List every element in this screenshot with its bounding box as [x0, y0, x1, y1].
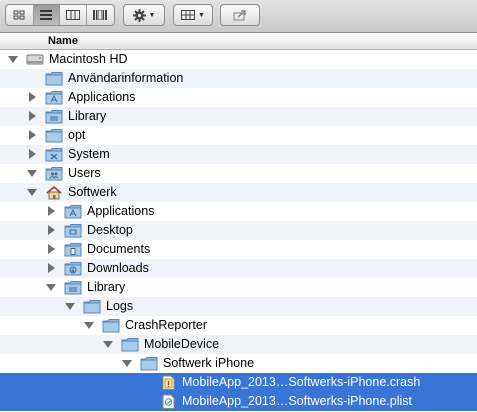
- icon-view-icon: [13, 10, 25, 19]
- file-name-label: Softwerk: [68, 185, 117, 199]
- file-list-row[interactable]: Downloads: [0, 259, 477, 278]
- disclosure-expanded-icon[interactable]: [65, 303, 75, 310]
- file-list-row[interactable]: Softwerk: [0, 183, 477, 202]
- list-view-icon: [40, 10, 53, 20]
- file-list-row[interactable]: Softwerk iPhone: [0, 354, 477, 373]
- arrange-menu-content: ▼: [174, 5, 212, 25]
- column-view-button[interactable]: [60, 5, 87, 25]
- system-folder-icon: [45, 147, 63, 162]
- file-name-label: Library: [87, 280, 126, 294]
- gear-icon: [132, 8, 146, 22]
- disclosure-collapsed-icon[interactable]: [48, 244, 55, 254]
- file-list-row[interactable]: Desktop: [0, 221, 477, 240]
- downloads-folder-icon: [64, 261, 82, 276]
- disclosure-collapsed-icon[interactable]: [48, 225, 55, 235]
- applications-folder-icon: [64, 204, 82, 219]
- desktop-folder-icon: [64, 223, 82, 238]
- chevron-down-icon: ▼: [198, 11, 205, 19]
- disclosure-expanded-icon[interactable]: [84, 322, 94, 329]
- arrange-menu-button[interactable]: ▼: [173, 4, 213, 26]
- chevron-down-icon: ▼: [148, 11, 156, 19]
- disclosure-collapsed-icon[interactable]: [29, 149, 36, 159]
- column-header[interactable]: Name: [0, 33, 477, 50]
- folder-icon: [102, 318, 120, 333]
- file-name-label: CrashReporter: [125, 318, 207, 332]
- coverflow-view-icon: [93, 10, 108, 20]
- file-name-label: Applications: [68, 90, 136, 104]
- file-list-row[interactable]: MobileDevice: [0, 335, 477, 354]
- disclosure-expanded-icon[interactable]: [27, 170, 37, 177]
- file-name-label: Logs: [106, 299, 134, 313]
- file-list-row[interactable]: CrashReporter: [0, 316, 477, 335]
- share-button-content: [221, 5, 259, 25]
- folder-icon: [45, 71, 63, 86]
- documents-folder-icon: [64, 242, 82, 257]
- file-list-row[interactable]: Användarinformation: [0, 69, 477, 88]
- disclosure-expanded-icon[interactable]: [122, 360, 132, 367]
- file-name-label: opt: [68, 128, 86, 142]
- file-name-label: Library: [68, 109, 107, 123]
- action-menu-button[interactable]: ▼: [123, 4, 165, 26]
- file-name-label: Documents: [87, 242, 151, 256]
- hard-drive-icon: [26, 52, 44, 67]
- home-icon: [45, 185, 63, 200]
- disclosure-collapsed-icon[interactable]: [29, 92, 36, 102]
- share-icon: [233, 10, 246, 21]
- disclosure-collapsed-icon[interactable]: [48, 206, 55, 216]
- disclosure-expanded-icon[interactable]: [27, 189, 37, 196]
- file-name-label: Applications: [87, 204, 155, 218]
- plist-file-icon: [159, 394, 177, 409]
- applications-folder-icon: [45, 90, 63, 105]
- file-list-row[interactable]: Library: [0, 278, 477, 297]
- file-list-row[interactable]: Library: [0, 107, 477, 126]
- file-name-label: MobileApp_2013…Softwerks-iPhone.plist: [182, 394, 412, 408]
- list-view-button[interactable]: [33, 5, 61, 25]
- action-menu-content: ▼: [124, 5, 164, 25]
- file-list-row[interactable]: Macintosh HD: [0, 50, 477, 69]
- disclosure-collapsed-icon[interactable]: [29, 130, 36, 140]
- toolbar: ▼ ▼: [0, 0, 477, 33]
- library-folder-icon: [64, 280, 82, 295]
- library-folder-icon: [45, 109, 63, 124]
- disclosure-collapsed-icon[interactable]: [48, 263, 55, 273]
- folder-icon: [45, 128, 63, 143]
- file-name-label: Macintosh HD: [49, 52, 128, 66]
- file-list-row[interactable]: Logs: [0, 297, 477, 316]
- file-list-row[interactable]: Documents: [0, 240, 477, 259]
- name-column-header[interactable]: Name: [48, 35, 78, 47]
- coverflow-view-button[interactable]: [87, 5, 114, 25]
- selected-file-row[interactable]: MobileApp_2013…Softwerks-iPhone.plist: [0, 392, 477, 411]
- folder-icon: [83, 299, 101, 314]
- disclosure-collapsed-icon[interactable]: [29, 111, 36, 121]
- file-name-label: Användarinformation: [68, 71, 184, 85]
- file-name-label: Desktop: [87, 223, 133, 237]
- crash-file-icon: [159, 375, 177, 390]
- disclosure-expanded-icon[interactable]: [8, 56, 18, 63]
- file-name-label: MobileDevice: [144, 337, 220, 351]
- selected-file-row[interactable]: MobileApp_2013…Softwerks-iPhone.crash: [0, 373, 477, 392]
- file-name-label: System: [68, 147, 110, 161]
- file-list-row[interactable]: Users: [0, 164, 477, 183]
- file-name-label: Downloads: [87, 261, 149, 275]
- folder-icon: [121, 337, 139, 352]
- arrange-grid-icon: [181, 10, 196, 20]
- folder-icon: [140, 356, 158, 371]
- users-folder-icon: [45, 166, 63, 181]
- file-list-row[interactable]: Applications: [0, 202, 477, 221]
- disclosure-expanded-icon[interactable]: [103, 341, 113, 348]
- file-list-row[interactable]: opt: [0, 126, 477, 145]
- disclosure-expanded-icon[interactable]: [46, 284, 56, 291]
- file-list-row[interactable]: System: [0, 145, 477, 164]
- icon-view-button[interactable]: [6, 5, 34, 25]
- view-mode-control: [5, 4, 115, 26]
- file-name-label: Users: [68, 166, 101, 180]
- column-view-icon: [65, 10, 80, 20]
- file-name-label: MobileApp_2013…Softwerks-iPhone.crash: [182, 375, 421, 389]
- file-name-label: Softwerk iPhone: [163, 356, 255, 370]
- share-button[interactable]: [220, 4, 260, 26]
- file-list-row[interactable]: Applications: [0, 88, 477, 107]
